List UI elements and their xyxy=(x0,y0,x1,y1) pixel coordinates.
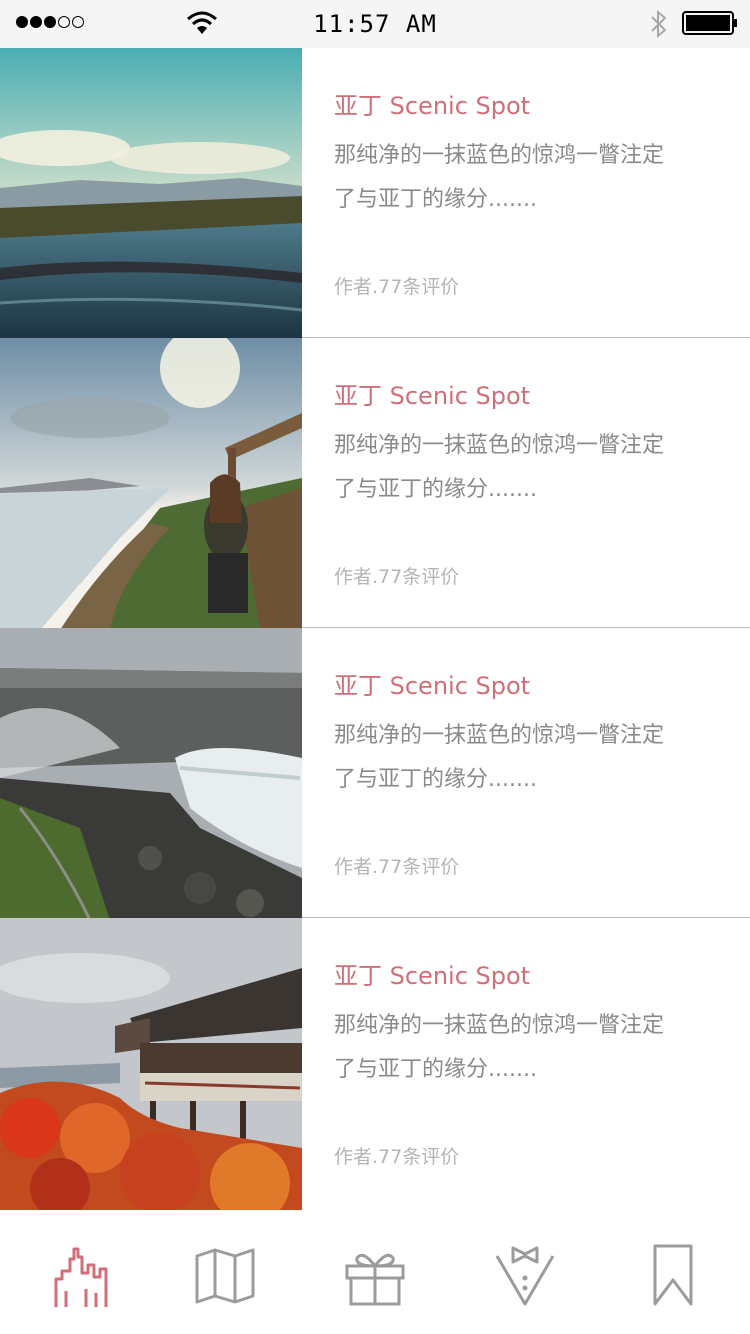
status-time: 11:57 AM xyxy=(313,10,437,38)
gift-icon xyxy=(345,1253,405,1306)
spot-description: 那纯净的一抹蓝色的惊鸿一瞥注定了与亚丁的缘分....... xyxy=(334,723,665,792)
scenic-spot-list: 亚丁 Scenic Spot 那纯净的一抹蓝色的惊鸿一瞥注定了与亚丁的缘分...… xyxy=(0,48,750,1210)
spot-meta: 作者.77条评价 xyxy=(334,856,460,878)
person-on-bench-coast-photo xyxy=(0,338,302,630)
spot-description: 那纯净的一抹蓝色的惊鸿一瞥注定了与亚丁的缘分....... xyxy=(334,433,665,502)
spot-meta: 作者.77条评价 xyxy=(334,566,460,588)
bluetooth-icon xyxy=(648,9,670,43)
lake-landscape-photo xyxy=(0,48,302,340)
status-bar: 11:57 AM xyxy=(0,0,750,48)
tab-city[interactable] xyxy=(47,1241,117,1311)
spot-title: 亚丁 Scenic Spot xyxy=(334,672,531,700)
spot-title: 亚丁 Scenic Spot xyxy=(334,382,531,410)
tab-gift[interactable] xyxy=(340,1241,410,1311)
spot-card[interactable]: 亚丁 Scenic Spot 那纯净的一抹蓝色的惊鸿一瞥注定了与亚丁的缘分...… xyxy=(0,48,750,340)
spot-card[interactable]: 亚丁 Scenic Spot 那纯净的一抹蓝色的惊鸿一瞥注定了与亚丁的缘分...… xyxy=(0,628,750,920)
waterfall-canyon-photo xyxy=(0,628,302,920)
map-icon xyxy=(195,1248,255,1304)
tab-tuxedo[interactable] xyxy=(490,1241,560,1311)
spot-card[interactable]: 亚丁 Scenic Spot 那纯净的一抹蓝色的惊鸿一瞥注定了与亚丁的缘分...… xyxy=(0,918,750,1210)
city-skyline-icon xyxy=(54,1247,108,1307)
spot-description: 那纯净的一抹蓝色的惊鸿一瞥注定了与亚丁的缘分....... xyxy=(334,1013,665,1082)
spot-card[interactable]: 亚丁 Scenic Spot 那纯净的一抹蓝色的惊鸿一瞥注定了与亚丁的缘分...… xyxy=(0,338,750,630)
spot-title: 亚丁 Scenic Spot xyxy=(334,962,531,990)
spot-description: 那纯净的一抹蓝色的惊鸿一瞥注定了与亚丁的缘分....... xyxy=(334,143,665,212)
tab-bookmark[interactable] xyxy=(638,1241,708,1311)
temple-autumn-photo xyxy=(0,918,302,1210)
spot-meta: 作者.77条评价 xyxy=(334,276,460,298)
tab-bar xyxy=(0,1225,750,1334)
tab-map[interactable] xyxy=(190,1241,260,1311)
spot-meta: 作者.77条评价 xyxy=(334,1146,460,1168)
tuxedo-bowtie-icon xyxy=(495,1246,555,1306)
bookmark-icon xyxy=(653,1244,693,1306)
battery-icon xyxy=(682,11,737,35)
spot-title: 亚丁 Scenic Spot xyxy=(334,92,531,120)
